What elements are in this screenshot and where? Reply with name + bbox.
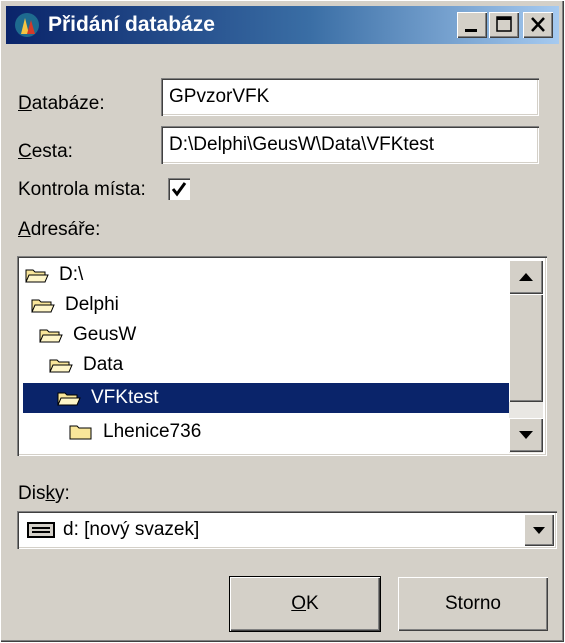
scroll-thumb[interactable]	[509, 294, 543, 402]
closed-folder-icon	[69, 425, 92, 440]
close-icon	[531, 17, 545, 32]
drive-select-value: d: [nový svazek]	[63, 519, 200, 540]
open-folder-icon	[49, 359, 73, 373]
minimize-icon	[465, 29, 477, 32]
dialog-window: Přidání databáze Databáze: GPvzorVFK Ces…	[0, 0, 565, 643]
ok-button[interactable]: OK	[229, 576, 381, 632]
open-folder-icon	[31, 299, 55, 313]
scroll-up-button[interactable]	[509, 260, 543, 294]
directory-list[interactable]: D:\ Delphi GeusW Data VFKtest Lhenice736	[17, 256, 547, 456]
directory-scrollbar[interactable]	[509, 260, 543, 453]
list-item[interactable]: GeusW	[39, 320, 140, 350]
open-folder-icon	[39, 329, 63, 343]
database-input[interactable]: GPvzorVFK	[161, 78, 539, 116]
cancel-button[interactable]: Storno	[398, 577, 548, 631]
directories-label: Adresáře:	[18, 219, 101, 240]
scroll-down-button[interactable]	[509, 418, 543, 452]
checkmark-icon	[171, 182, 187, 197]
maximize-icon	[496, 16, 512, 32]
title-bar[interactable]: Přidání databáze	[6, 6, 559, 44]
open-folder-icon	[25, 269, 49, 283]
maximize-button[interactable]	[489, 12, 519, 38]
list-item[interactable]: D:\	[25, 260, 87, 290]
arrow-down-icon	[519, 431, 533, 439]
path-label: Cesta:	[18, 141, 73, 162]
window-title: Přidání databáze	[48, 13, 215, 36]
app-icon	[15, 13, 39, 37]
minimize-button[interactable]	[457, 12, 487, 38]
close-button[interactable]	[523, 12, 553, 38]
drives-label: Disky:	[18, 483, 70, 504]
list-item[interactable]: Data	[49, 350, 127, 380]
location-check-checkbox[interactable]	[168, 178, 190, 200]
open-folder-icon	[57, 392, 81, 406]
drive-icon	[27, 522, 55, 538]
path-input[interactable]: D:\Delphi\GeusW\Data\VFKtest	[161, 126, 539, 164]
list-item[interactable]: Lhenice736	[69, 417, 205, 447]
list-item-selected[interactable]: VFKtest	[23, 383, 509, 413]
drive-select[interactable]: d: [nový svazek]	[17, 511, 557, 549]
check-label: Kontrola místa:	[18, 179, 146, 200]
database-label: Databáze:	[18, 93, 105, 114]
list-item[interactable]: Delphi	[31, 290, 123, 320]
drive-dropdown-button[interactable]	[524, 514, 554, 546]
chevron-down-icon	[533, 527, 545, 534]
arrow-up-icon	[519, 273, 533, 281]
